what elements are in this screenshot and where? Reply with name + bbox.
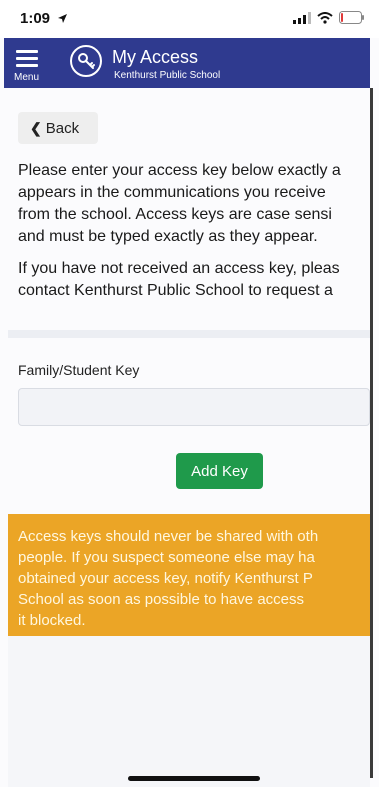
menu-label: Menu	[14, 72, 40, 83]
app-title: My Access	[112, 47, 199, 67]
instructions-line: contact Kenthurst Public School to reque…	[18, 282, 333, 299]
nav-bar: Menu My Access Kenthurst Public School	[4, 38, 370, 88]
warning-line: it blocked.	[18, 612, 86, 629]
instructions-line: Please enter your access key below exact…	[18, 162, 341, 179]
instructions-line: appears in the communications you receiv…	[18, 184, 326, 201]
warning-line: obtained your access key, notify Kenthur…	[18, 570, 313, 587]
app-logo	[70, 45, 102, 77]
add-key-button[interactable]: Add Key	[176, 453, 263, 489]
warning-line: School as soon as possible to have acces…	[18, 591, 305, 608]
wifi-icon	[317, 11, 333, 24]
status-bar: 1:09	[0, 0, 379, 38]
screen: 1:09 Menu My Access Kenthurst Public Sch…	[0, 0, 379, 787]
battery-icon	[339, 11, 364, 24]
instructions-paragraph-2: If you have not received an access key, …	[18, 258, 370, 302]
location-arrow-icon	[58, 14, 68, 23]
section-divider	[8, 330, 370, 338]
instructions-line: If you have not received an access key, …	[18, 260, 340, 277]
menu-button[interactable]: Menu	[12, 44, 48, 84]
scrollbar[interactable]	[370, 88, 373, 778]
chevron-left-icon: ❮	[30, 119, 42, 136]
menu-icon	[16, 50, 38, 71]
home-indicator[interactable]	[128, 776, 260, 781]
warning-line: people. If you suspect someone else may …	[18, 549, 315, 566]
status-time: 1:09	[20, 10, 68, 27]
status-time-text: 1:09	[20, 10, 51, 27]
app-subtitle: Kenthurst Public School	[114, 70, 221, 81]
instructions-line: from the school. Access keys are case se…	[18, 206, 332, 223]
status-icons	[293, 11, 365, 24]
back-button-label: Back	[45, 119, 80, 137]
warning-line: Access keys should never be shared with …	[18, 528, 319, 545]
back-button[interactable]: ❮ Back	[18, 112, 98, 144]
empty-content-area	[8, 636, 370, 787]
instructions-line: and must be typed exactly as they appear…	[18, 228, 318, 245]
signal-icon	[293, 11, 311, 24]
instructions: Please enter your access key below exact…	[18, 160, 370, 312]
key-icon	[78, 53, 95, 69]
instructions-paragraph-1: Please enter your access key below exact…	[18, 160, 370, 248]
key-field-label: Family/Student Key	[18, 362, 140, 378]
warning-notice: Access keys should never be shared with …	[8, 514, 370, 636]
access-key-input[interactable]	[18, 388, 370, 426]
